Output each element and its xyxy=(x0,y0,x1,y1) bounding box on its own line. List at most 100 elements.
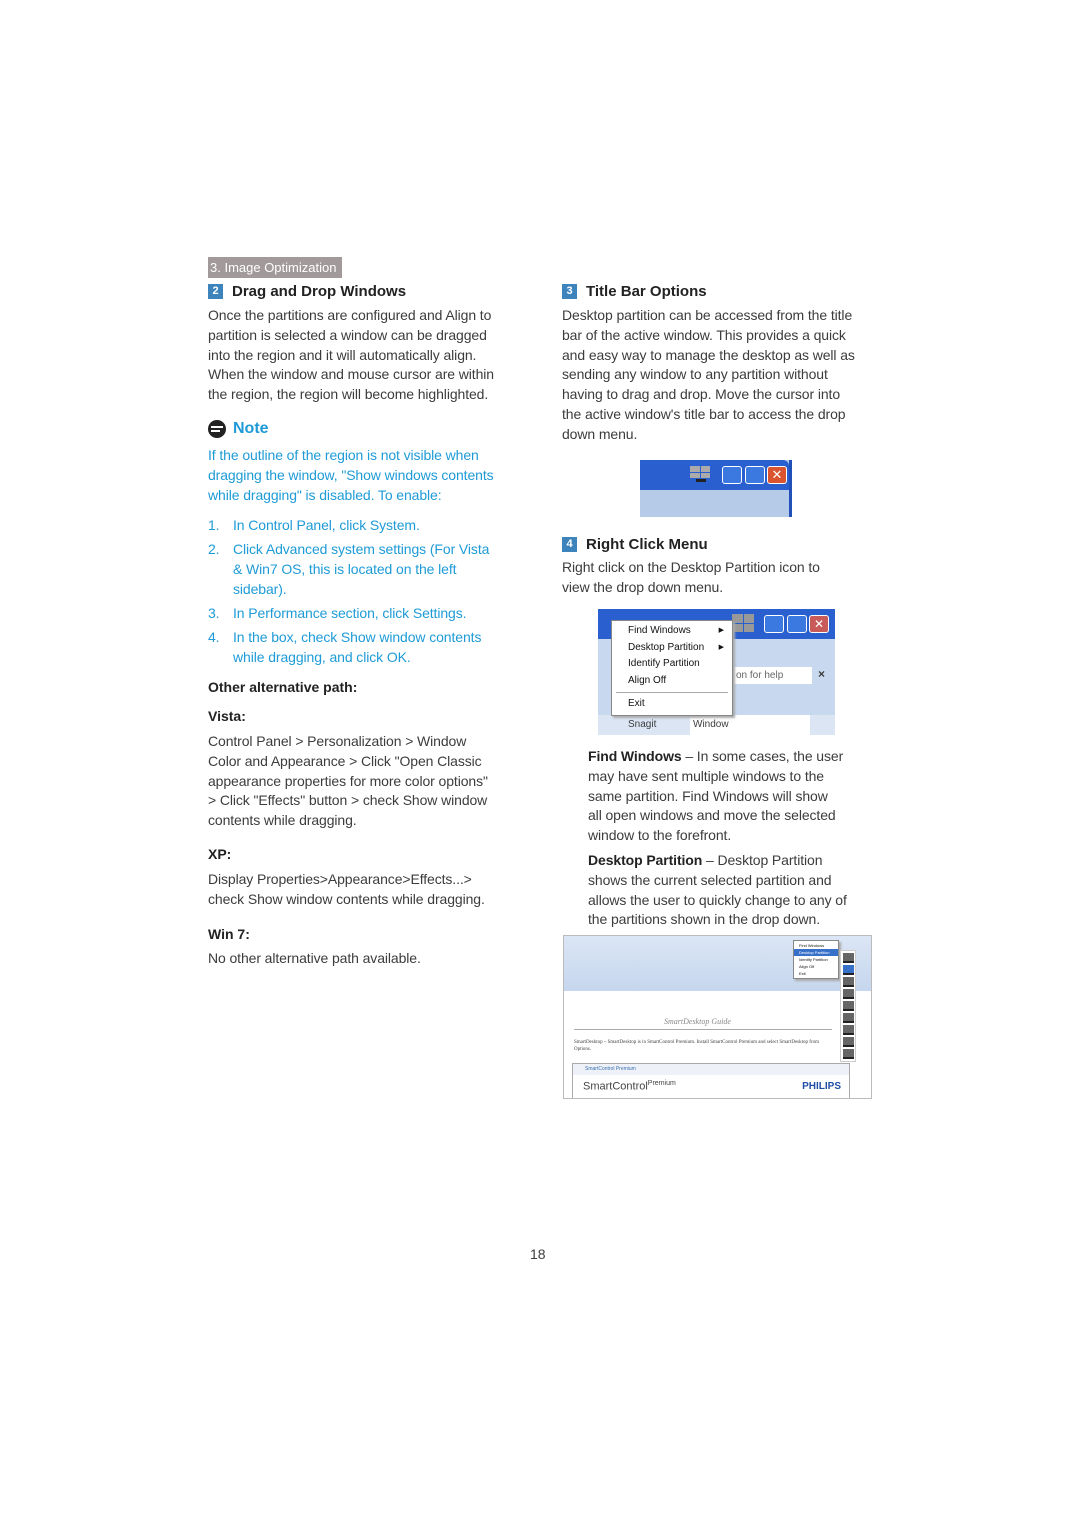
list-item: 4. In the box, check Show window contents… xyxy=(208,628,489,668)
heading-text: Right Click Menu xyxy=(586,536,708,553)
text: – Desktop Partition xyxy=(702,852,823,868)
text-line: dragging the window, "Show windows conte… xyxy=(208,466,494,483)
maximize-button[interactable] xyxy=(787,615,807,633)
term: Find Windows xyxy=(588,748,682,764)
text-line: Color and Appearance > Click "Open Class… xyxy=(208,752,482,769)
partition-option-icon[interactable] xyxy=(842,1037,854,1047)
text-line: shows the current selected partition and xyxy=(588,871,847,891)
screenshot-context-menu: Find Windows Desktop Partition Identify … xyxy=(793,940,839,979)
vista-heading: Vista: xyxy=(208,708,246,724)
close-button[interactable]: ✕ xyxy=(809,615,829,633)
text: window to the forefront. xyxy=(588,827,732,844)
partition-option-icon[interactable] xyxy=(842,1013,854,1023)
window-dropdown[interactable]: Window xyxy=(690,715,810,735)
heading-text: Drag and Drop Windows xyxy=(232,283,407,300)
section-number-badge: 3 xyxy=(562,284,577,299)
text-line: Right click on the Desktop Partition ico… xyxy=(562,559,820,575)
list-number: 4. xyxy=(208,629,220,646)
text-line: the active window's title bar to access … xyxy=(562,405,846,422)
steps-list: 1. In Control Panel, click System. 2. Click… xyxy=(208,516,489,673)
text-line: while dragging" is disabled. To enable: xyxy=(208,486,442,503)
text-line: having to drag and drop. Move the cursor… xyxy=(562,386,841,403)
text-line: When the window and mouse cursor are wit… xyxy=(208,366,494,383)
partition-option-icon[interactable] xyxy=(842,1025,854,1035)
partition-option-icon[interactable] xyxy=(842,977,854,987)
text-line: and easy way to manage the desktop as we… xyxy=(562,346,855,363)
text: all open windows and move the selected xyxy=(588,807,836,824)
text: may have sent multiple windows to the xyxy=(588,767,824,784)
menu-item[interactable]: Identify Partition xyxy=(794,956,838,963)
menu-item[interactable]: Find Windows xyxy=(794,942,838,949)
menu-item[interactable]: Align Off xyxy=(794,963,838,970)
minimize-button[interactable] xyxy=(764,615,784,633)
text-line: sidebar). xyxy=(233,580,287,597)
partition-option-icon[interactable] xyxy=(842,989,854,999)
menu-item-identify-partition[interactable]: Identify Partition xyxy=(612,656,732,673)
text: the partitions shown in the drop down. xyxy=(588,911,821,928)
menu-item-align-off[interactable]: Align Off xyxy=(612,673,732,690)
note-title: Note xyxy=(233,420,269,437)
text-line: In Control Panel, click System. xyxy=(233,517,420,533)
note-heading: Note xyxy=(208,420,269,438)
drag-drop-heading: 2 Drag and Drop Windows xyxy=(208,283,406,300)
heading-text: Title Bar Options xyxy=(586,283,707,300)
text-line: check Show window contents while draggin… xyxy=(208,890,485,907)
xp-heading: XP: xyxy=(208,846,232,862)
text-line: view the drop down menu. xyxy=(562,578,724,595)
text-line: Click Advanced system settings (For Vist… xyxy=(233,541,490,558)
maximize-button[interactable] xyxy=(745,466,765,484)
section-number-badge: 4 xyxy=(562,537,577,552)
help-search-input[interactable]: on for help xyxy=(734,667,812,684)
text: – In some cases, the user xyxy=(681,748,844,764)
partition-option-icon[interactable] xyxy=(842,965,854,975)
menu-divider xyxy=(616,692,728,693)
title-bar-illustration: ✕ xyxy=(640,460,792,517)
text-line: Desktop partition can be accessed from t… xyxy=(562,307,853,323)
menu-item-find-windows[interactable]: Find Windows ▶ xyxy=(612,623,732,640)
text-line: Once the partitions are configured and A… xyxy=(208,307,492,323)
text-line: If the outline of the region is not visi… xyxy=(208,447,479,463)
text-line: bar of the active window. This provides … xyxy=(562,326,846,343)
list-number: 3. xyxy=(208,605,220,622)
close-button[interactable]: ✕ xyxy=(767,466,787,484)
text-line: appearance properties for more color opt… xyxy=(208,772,488,789)
list-number: 2. xyxy=(208,541,220,558)
xp-paragraph: Display Properties>Appearance>Effects...… xyxy=(208,870,485,910)
text-line: all open windows and move the selected xyxy=(588,806,843,826)
premium-label: Premium xyxy=(647,1080,676,1087)
list-item: 3. In Performance section, click Settings… xyxy=(208,604,489,624)
list-text: In Performance section, click Settings. xyxy=(233,604,467,624)
minimize-button[interactable] xyxy=(722,466,742,484)
smartcontrol-brand: SmartControl xyxy=(583,1080,648,1093)
smartcontrol-window: SmartControl Premium SmartControlPremium… xyxy=(572,1063,850,1098)
desktop-partition-icon xyxy=(690,466,712,482)
snagit-button[interactable]: Snagit xyxy=(628,715,656,735)
right-click-heading: 4 Right Click Menu xyxy=(562,536,708,553)
note-paragraph: If the outline of the region is not visi… xyxy=(208,446,494,505)
partition-option-icon[interactable] xyxy=(842,953,854,963)
find-windows-paragraph: Find Windows – In some cases, the user ma… xyxy=(588,747,843,846)
menu-item-desktop-partition[interactable]: Desktop Partition ▶ xyxy=(612,640,732,657)
menu-item[interactable]: Exit xyxy=(794,970,838,977)
text-line: may have sent multiple windows to the xyxy=(588,767,843,787)
text-line: partition is selected a window can be dr… xyxy=(208,326,487,343)
section-header: 3. Image Optimization xyxy=(208,257,342,278)
text-line: > Click "Effects" button > check Show wi… xyxy=(208,792,488,809)
partition-icons-list xyxy=(840,950,856,1062)
title-bar-heading: 3 Title Bar Options xyxy=(562,283,707,300)
close-icon[interactable]: × xyxy=(818,667,825,681)
drag-drop-paragraph: Once the partitions are configured and A… xyxy=(208,306,494,405)
text-line: Find Windows – In some cases, the user xyxy=(588,747,843,767)
menu-item-exit[interactable]: Exit xyxy=(612,696,732,713)
menu-item[interactable]: Desktop Partition xyxy=(794,949,838,956)
text-line: while dragging, and click OK. xyxy=(233,649,411,666)
win7-heading: Win 7: xyxy=(208,926,250,942)
partition-option-icon[interactable] xyxy=(842,1001,854,1011)
text: allows the user to quickly change to any… xyxy=(588,891,847,908)
list-text: Click Advanced system settings (For Vist… xyxy=(233,540,489,599)
text-line: Display Properties>Appearance>Effects...… xyxy=(208,871,472,887)
page-number: 18 xyxy=(530,1246,546,1262)
partition-option-icon[interactable] xyxy=(842,1049,854,1059)
desktop-partition-icon xyxy=(732,614,754,632)
text-line: sending any window to any partition with… xyxy=(562,366,828,383)
